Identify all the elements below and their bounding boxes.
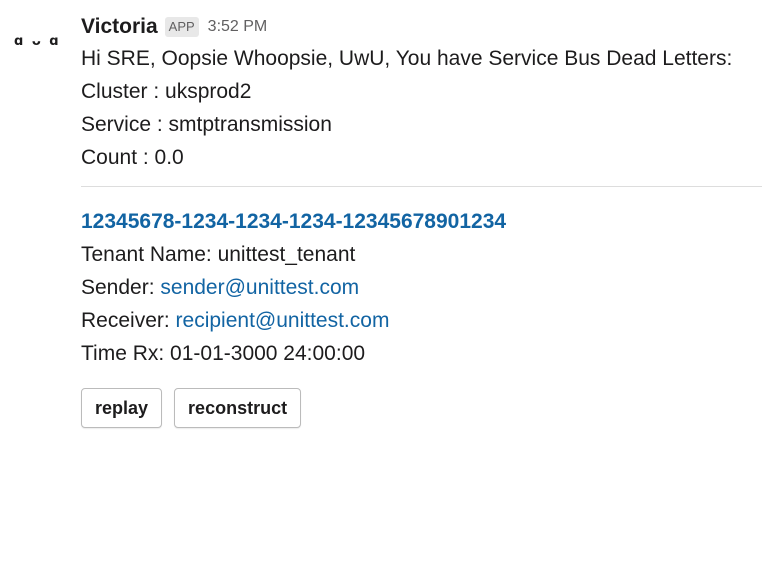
- message-id-link[interactable]: 12345678-1234-1234-1234-12345678901234: [81, 210, 506, 233]
- reconstruct-button[interactable]: reconstruct: [174, 388, 302, 428]
- intro-text: Hi SRE, Oopsie Whoopsie, UwU, You have S…: [81, 47, 733, 70]
- receiver-label: Receiver:: [81, 309, 176, 332]
- message-timestamp[interactable]: 3:52 PM: [208, 18, 268, 36]
- time-rx-line: Time Rx: 01-01-3000 24:00:00: [81, 342, 366, 365]
- cluster-line: Cluster : uksprod2: [81, 80, 252, 103]
- count-line: Count : 0.0: [81, 146, 184, 169]
- sender-line: Sender: sender@unittest.com: [81, 271, 763, 304]
- app-badge: APP: [164, 17, 199, 37]
- service-line: Service : smtptransmission: [81, 113, 332, 136]
- sender-email-link[interactable]: sender@unittest.com: [160, 276, 359, 299]
- avatar[interactable]: ɑ ᴗ ɑ: [14, 34, 70, 54]
- receiver-line: Receiver: recipient@unittest.com: [81, 304, 763, 337]
- sender-name[interactable]: Victoria: [81, 15, 158, 39]
- message-header: Victoria APP 3:52 PM: [81, 12, 763, 42]
- replay-button[interactable]: replay: [81, 388, 163, 428]
- tenant-line: Tenant Name: unittest_tenant: [81, 243, 356, 266]
- sender-label: Sender:: [81, 276, 161, 299]
- divider: [81, 186, 762, 187]
- action-buttons: replay reconstruct: [81, 388, 763, 428]
- receiver-email-link[interactable]: recipient@unittest.com: [176, 309, 390, 332]
- attachment-block: 12345678-1234-1234-1234-12345678901234: [81, 205, 763, 238]
- message: Victoria APP 3:52 PM Hi SRE, Oopsie Whoo…: [81, 12, 763, 428]
